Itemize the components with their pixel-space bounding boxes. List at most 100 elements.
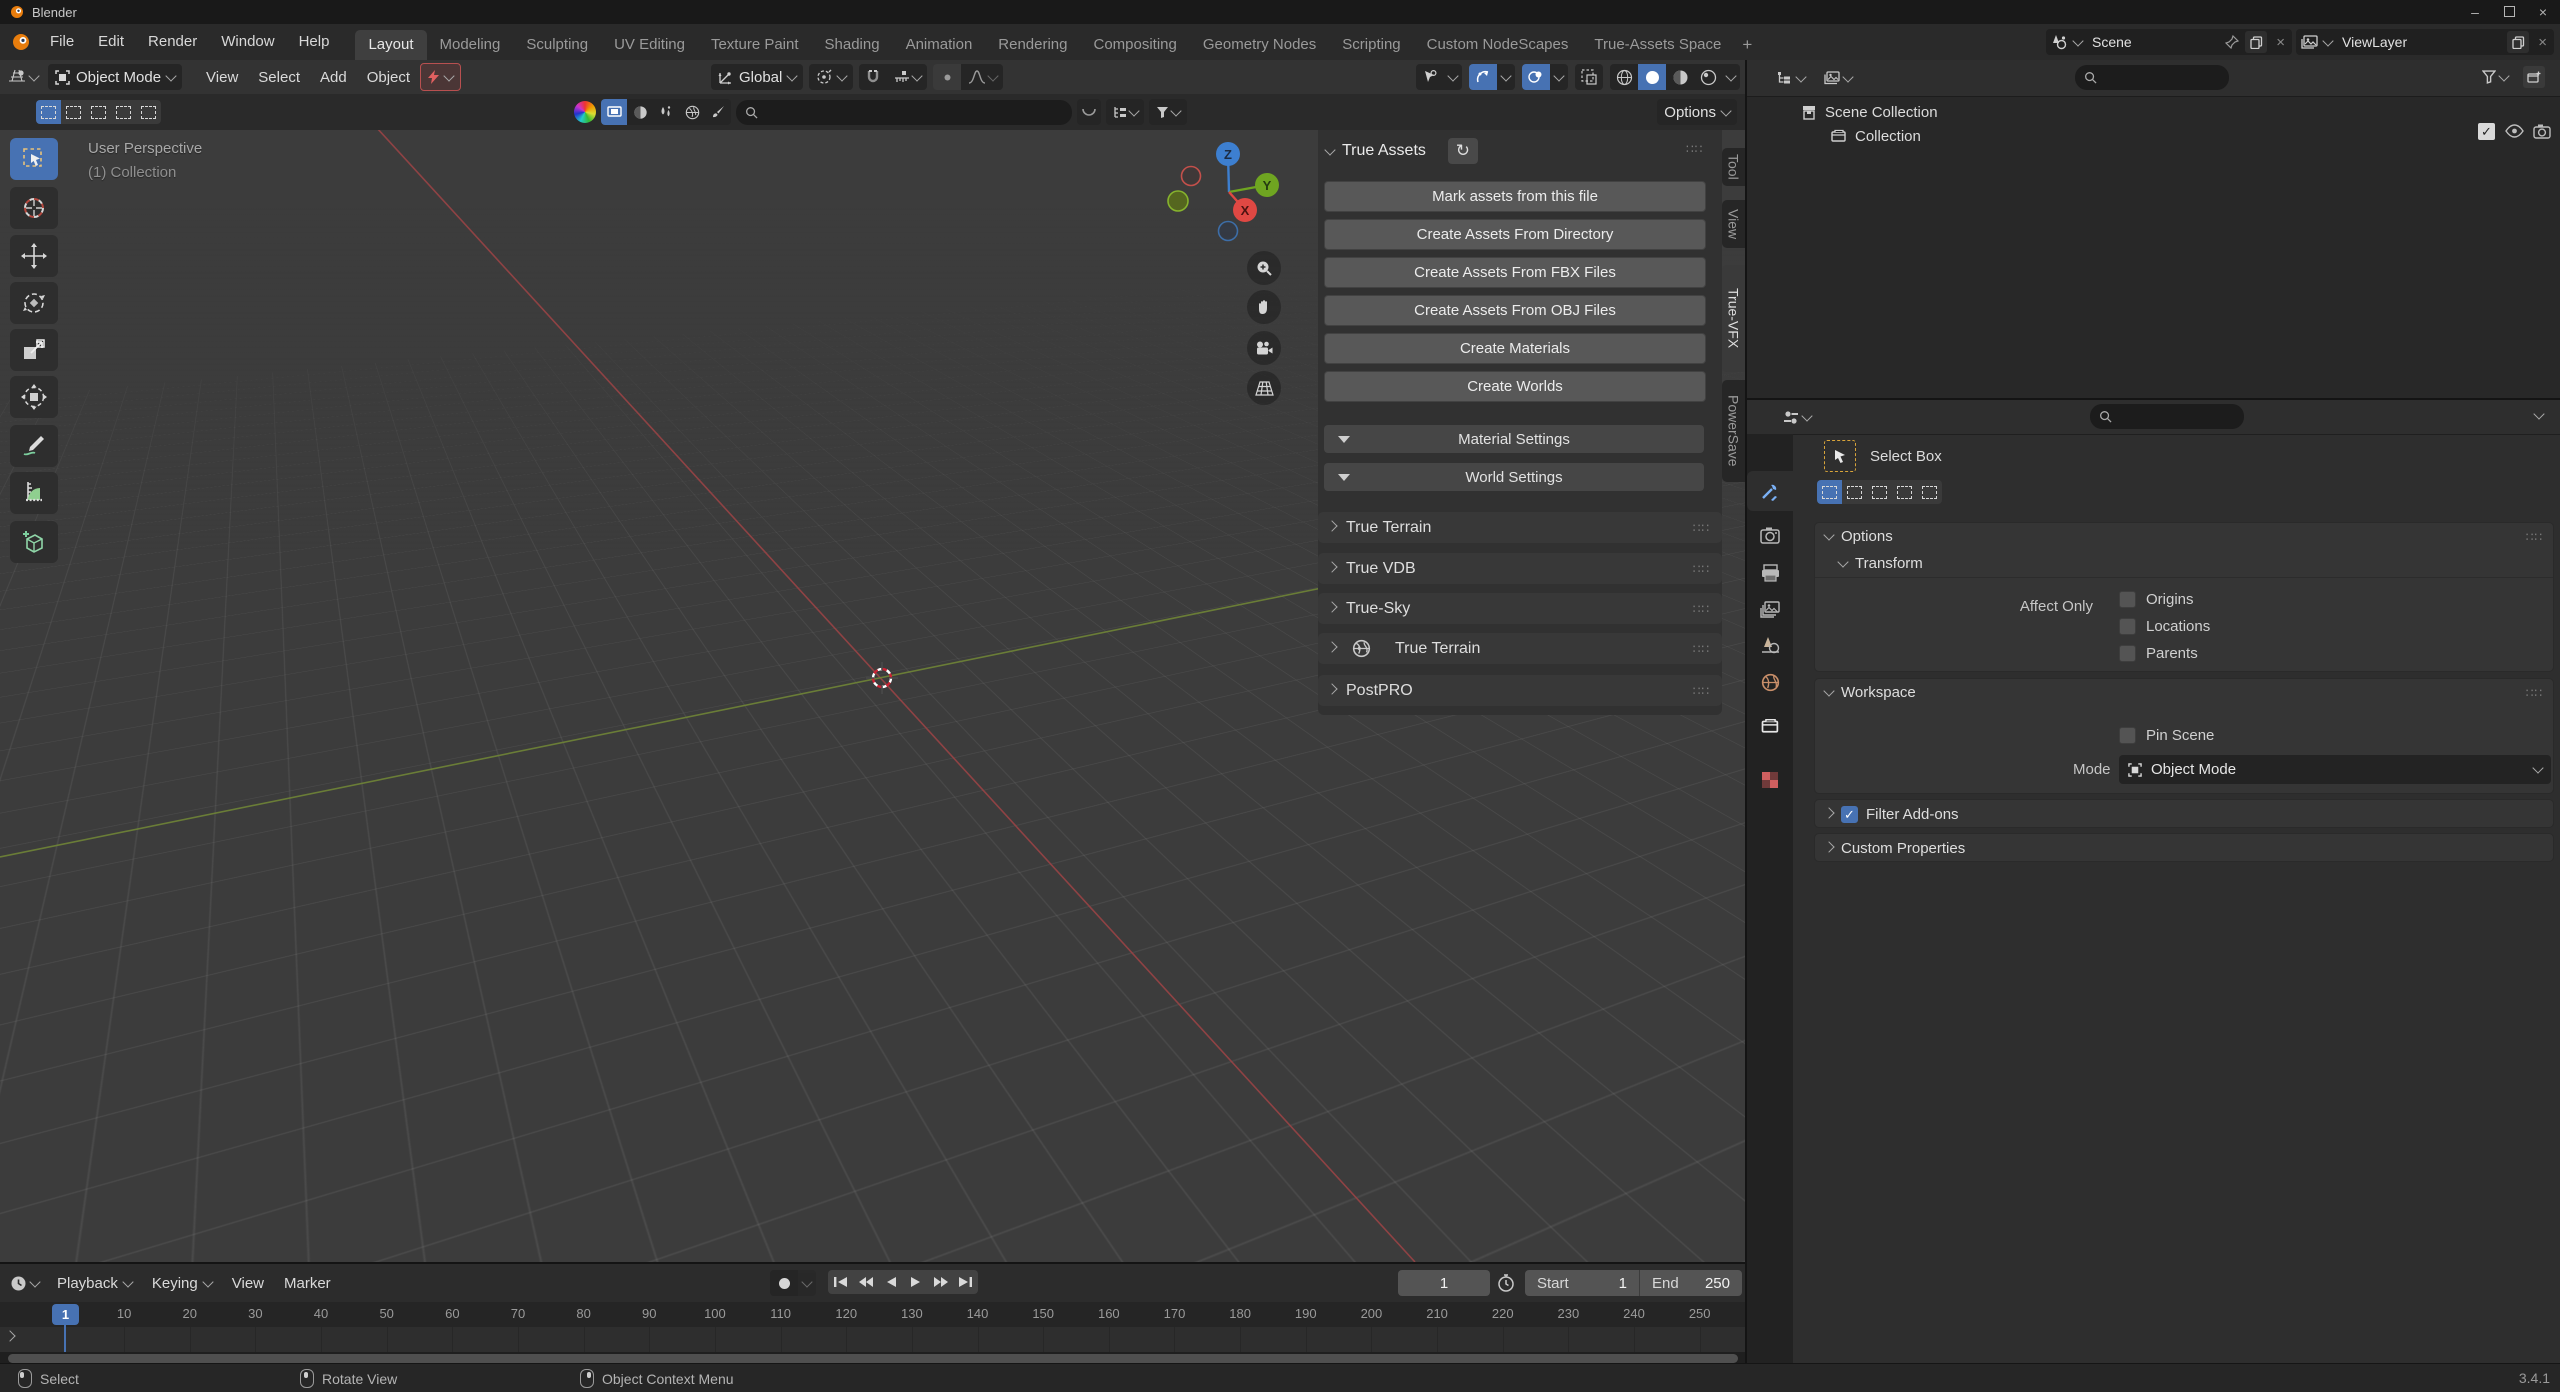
timeline-tracks[interactable]: [0, 1327, 1745, 1352]
origins-checkbox[interactable]: [2119, 591, 2136, 608]
asset-filter-world-icon[interactable]: [679, 99, 705, 125]
orthographic-grid-icon[interactable]: [1247, 371, 1281, 405]
select-mode-new-icon[interactable]: [36, 100, 61, 124]
panel-grip-icon[interactable]: ∷∷: [2526, 686, 2543, 700]
asset-filter-brush-icon[interactable]: [705, 99, 731, 125]
panel-true-terrain[interactable]: True Terrain∷∷: [1318, 633, 1722, 664]
auto-key-chevron-icon[interactable]: [798, 1270, 816, 1296]
custom-properties-panel[interactable]: Custom Properties: [1814, 833, 2554, 862]
properties-search-field[interactable]: [2090, 404, 2244, 429]
button-create-materials[interactable]: Create Materials: [1324, 333, 1706, 364]
scene-name[interactable]: Scene: [2088, 34, 2219, 50]
workspace-tab-texture-paint[interactable]: Texture Paint: [698, 30, 812, 60]
workspace-mode-dropdown[interactable]: Object Mode: [2119, 755, 2551, 784]
display-mode-icon[interactable]: [1823, 71, 1852, 85]
menu-add[interactable]: Add: [310, 69, 357, 86]
true-assets-header[interactable]: True Assets ↻: [1326, 138, 1478, 164]
panel-true-vdb[interactable]: True VDB∷∷: [1318, 553, 1722, 584]
panel-true-sky[interactable]: True-Sky∷∷: [1318, 593, 1722, 624]
outliner-row-collection[interactable]: Collection: [1831, 124, 1921, 148]
pivot-point-dropdown[interactable]: [809, 64, 853, 90]
transform-subpanel-header[interactable]: Transform: [1815, 550, 2553, 578]
workspace-tab-shading[interactable]: Shading: [812, 30, 893, 60]
filter-dropdown[interactable]: [1149, 99, 1187, 125]
properties-tab-world[interactable]: [1747, 662, 1793, 702]
end-frame-field[interactable]: End250: [1640, 1275, 1742, 1292]
panel-true-terrain[interactable]: True Terrain∷∷: [1318, 512, 1722, 543]
workspace-panel-header[interactable]: Workspace ∷∷: [1815, 679, 2553, 706]
snap-magnet-icon[interactable]: [859, 64, 887, 90]
workspace-tab-uv-editing[interactable]: UV Editing: [601, 30, 698, 60]
panel-grip-icon[interactable]: ∷∷: [1686, 142, 1703, 156]
record-auto-key-icon[interactable]: [770, 1270, 798, 1296]
tool-scale-button[interactable]: [10, 329, 58, 371]
current-frame-marker[interactable]: 1: [52, 1304, 79, 1325]
disable-in-renders-camera-icon[interactable]: [2533, 123, 2551, 139]
menu-select[interactable]: Select: [248, 69, 310, 86]
new-view-layer-icon[interactable]: [2507, 31, 2529, 53]
tool-select-box-button[interactable]: [10, 138, 58, 180]
subpanel-material-settings[interactable]: Material Settings: [1324, 425, 1704, 453]
affect-only-origins-row[interactable]: Origins: [2119, 591, 2194, 608]
jump-to-end-icon[interactable]: [953, 1270, 978, 1294]
properties-tab-render[interactable]: [1747, 515, 1793, 555]
scrollbar-handle[interactable]: [8, 1354, 1738, 1363]
select-mode-invert-icon[interactable]: [111, 100, 136, 124]
asset-search-field[interactable]: [736, 100, 1072, 125]
jump-to-prev-keyframe-icon[interactable]: [853, 1270, 878, 1294]
workspace-tab-modeling[interactable]: Modeling: [427, 30, 514, 60]
n-panel-tab-tool[interactable]: Tool: [1722, 148, 1745, 186]
properties-tab-tool[interactable]: [1747, 471, 1793, 511]
menu-edit[interactable]: Edit: [86, 24, 136, 60]
select-mode-new-icon[interactable]: [1817, 480, 1842, 504]
filter-addons-panel[interactable]: ✓ Filter Add-ons: [1814, 799, 2554, 828]
show-overlays-icon[interactable]: [1469, 64, 1497, 90]
shading-rendered-icon[interactable]: [1694, 64, 1722, 90]
tool-transform-button[interactable]: [10, 376, 58, 418]
workspace-tab-layout[interactable]: Layout: [355, 30, 426, 60]
scene-dropdown-chevron-icon[interactable]: [2072, 35, 2083, 46]
refresh-assets-button[interactable]: ↻: [1448, 138, 1478, 164]
select-mode-invert-icon[interactable]: [1892, 480, 1917, 504]
locations-checkbox[interactable]: [2119, 618, 2136, 635]
select-mode-subtract-icon[interactable]: [1867, 480, 1892, 504]
button-create-assets-from-directory[interactable]: Create Assets From Directory: [1324, 219, 1706, 250]
menu-view[interactable]: View: [222, 1275, 274, 1292]
workspace-tab-animation[interactable]: Animation: [893, 30, 986, 60]
workspace-tab-sculpting[interactable]: Sculpting: [513, 30, 601, 60]
shading-wireframe-icon[interactable]: [1610, 64, 1638, 90]
preview-size-dropdown[interactable]: [1077, 99, 1101, 125]
proportional-edit-icon[interactable]: [933, 64, 961, 90]
tool-rotate-button[interactable]: [10, 282, 58, 324]
pan-hand-icon[interactable]: [1247, 290, 1281, 324]
parents-checkbox[interactable]: [2119, 645, 2136, 662]
editor-type-outliner-icon[interactable]: [1777, 71, 1805, 86]
button-create-worlds[interactable]: Create Worlds: [1324, 371, 1706, 402]
xray-extra-chevron-icon[interactable]: [1550, 64, 1568, 90]
playhead-line[interactable]: [64, 1324, 66, 1352]
gizmo-chevron-icon[interactable]: [1444, 64, 1462, 90]
workspace-tab-rendering[interactable]: Rendering: [985, 30, 1080, 60]
true-vfx-menu-button[interactable]: [420, 63, 461, 91]
outliner-row-scene-collection[interactable]: Scene Collection: [1801, 100, 1938, 124]
menu-view[interactable]: View: [196, 69, 248, 86]
outliner-search-field[interactable]: [2075, 65, 2229, 90]
select-mode-extend-icon[interactable]: [1842, 480, 1867, 504]
workspace-tab-geometry-nodes[interactable]: Geometry Nodes: [1190, 30, 1329, 60]
panel-grip-icon[interactable]: ∷∷: [2526, 530, 2543, 544]
jump-to-start-icon[interactable]: [828, 1270, 853, 1294]
pin-scene-row[interactable]: Pin Scene: [2119, 727, 2214, 744]
asset-filter-particles-icon[interactable]: [653, 99, 679, 125]
mode-dropdown[interactable]: Object Mode: [48, 64, 182, 90]
select-mode-intersect-icon[interactable]: [1917, 480, 1942, 504]
maximize-button[interactable]: [2492, 4, 2526, 20]
menu-marker[interactable]: Marker: [274, 1275, 341, 1292]
start-frame-field[interactable]: Start1: [1525, 1275, 1639, 1292]
properties-options-chevron-icon[interactable]: [2533, 408, 2544, 419]
editor-type-3d-viewport-icon[interactable]: [8, 69, 38, 85]
timeline-ruler[interactable]: 1 10203040506070809010011012013014015016…: [0, 1302, 1745, 1327]
close-button[interactable]: ×: [2526, 4, 2560, 20]
unlink-scene-icon[interactable]: ×: [2273, 34, 2288, 51]
jump-to-next-keyframe-icon[interactable]: [928, 1270, 953, 1294]
overlays-chevron-icon[interactable]: [1497, 64, 1515, 90]
